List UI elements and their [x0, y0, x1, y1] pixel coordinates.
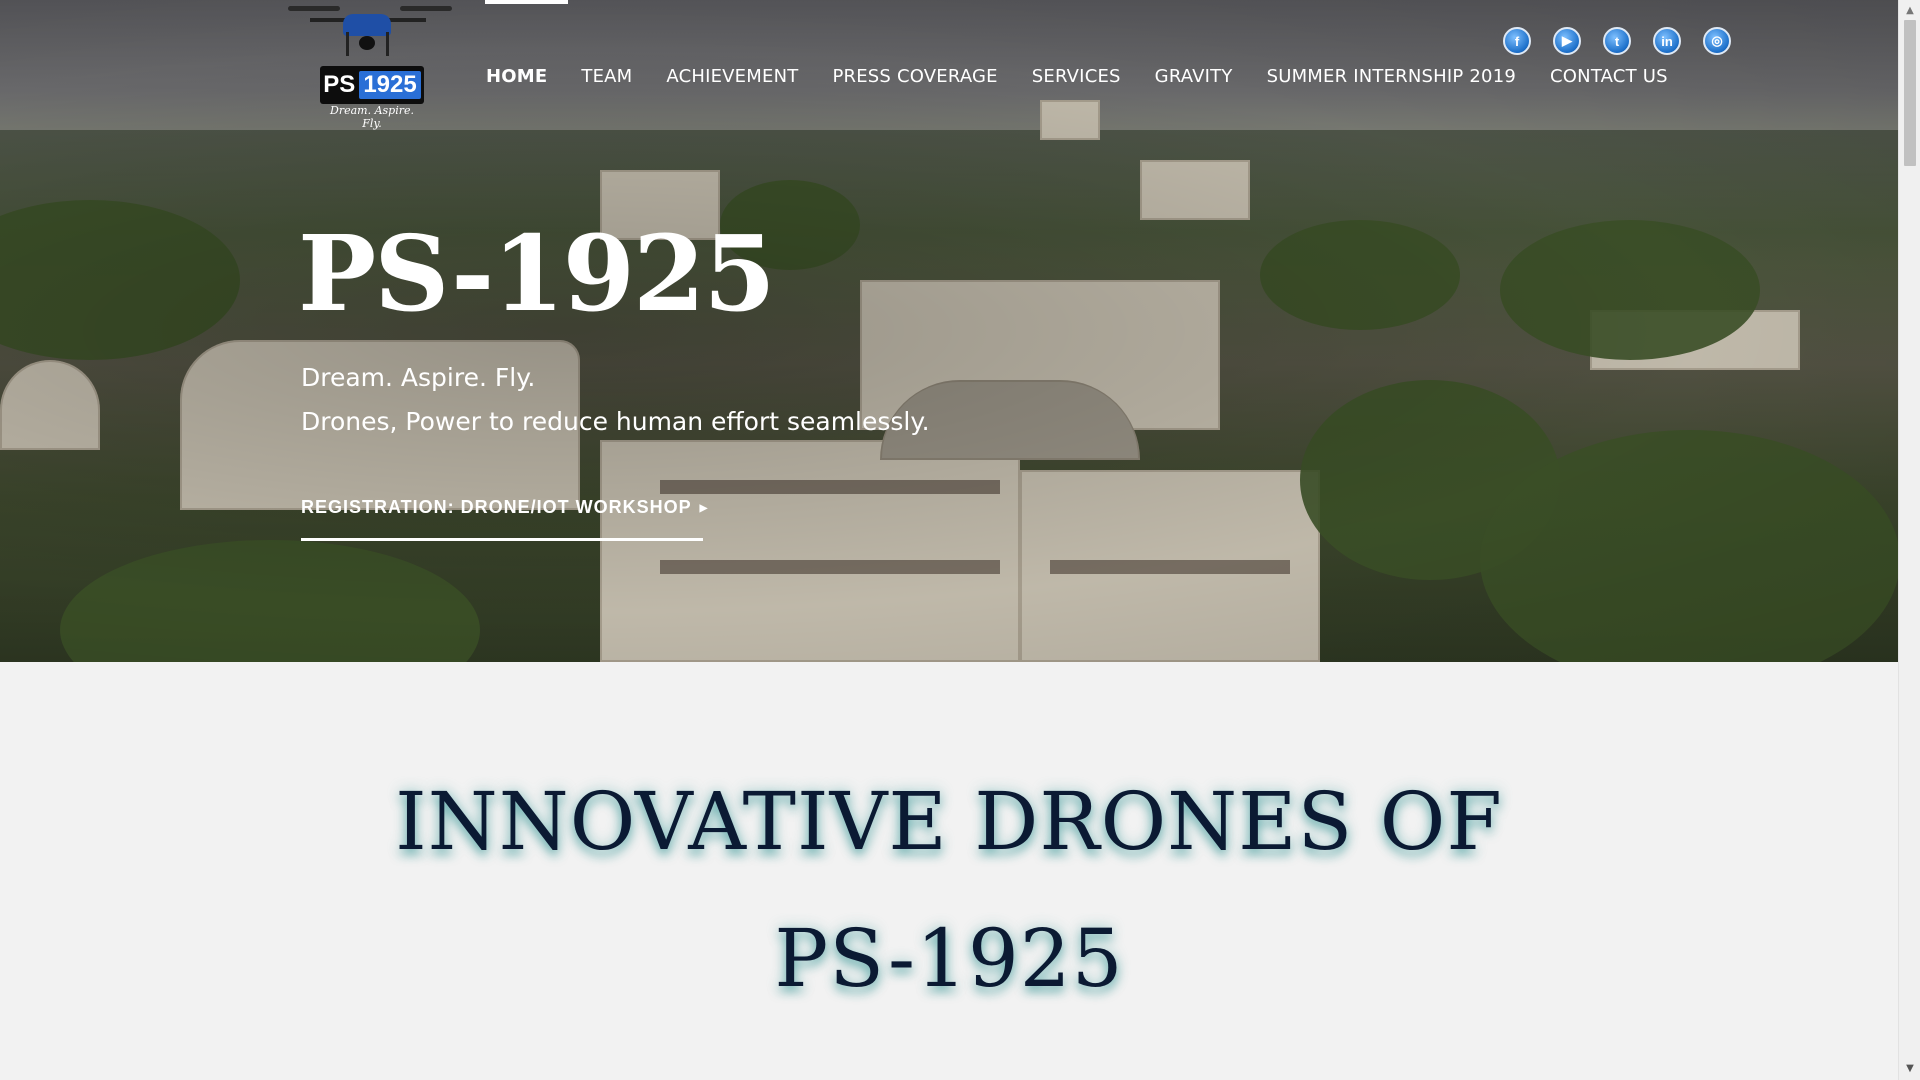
linkedin-icon[interactable]: in — [1653, 27, 1681, 55]
site-logo[interactable]: PS 1925 Dream. Aspire. Fly. — [288, 0, 454, 130]
hero-subtitle: Drones, Power to reduce human effort sea… — [301, 407, 930, 436]
drone-camera — [359, 36, 375, 50]
registration-underline — [301, 538, 703, 541]
hero-tagline: Dream. Aspire. Fly. — [301, 363, 536, 392]
nav-item-press-coverage[interactable]: PRESS COVERAGE — [832, 66, 997, 87]
section-heading-line1: INNOVATIVE DRONES OF — [395, 775, 1503, 868]
nav-item-contact-us[interactable]: CONTACT US — [1550, 66, 1668, 87]
logo-tagline: Dream. Aspire. Fly. — [330, 104, 414, 130]
social-links: f ▶ t in ◎ — [1503, 27, 1753, 55]
play-arrow-icon: ▶ — [699, 503, 709, 514]
drone-icon — [343, 14, 391, 36]
hero-title: PS-1925 — [298, 212, 776, 335]
rotor — [400, 6, 452, 11]
hero-overlay — [0, 0, 1898, 662]
logo-text-left: PS — [323, 71, 356, 98]
nav-item-services[interactable]: SERVICES — [1032, 66, 1121, 87]
section-heading-line2: PS-1925 — [774, 912, 1124, 1005]
scroll-up-icon[interactable]: ▲ — [1899, 4, 1920, 18]
hero-banner — [0, 0, 1898, 662]
drone-leg — [346, 32, 349, 56]
nav-item-achievement[interactable]: ACHIEVEMENT — [666, 66, 798, 87]
registration-link-label: REGISTRATION: DRONE/IOT WORKSHOP — [301, 497, 692, 517]
nav-item-team[interactable]: TEAM — [581, 66, 632, 87]
rotor — [288, 6, 340, 11]
logo-badge: PS 1925 — [320, 66, 424, 104]
scroll-thumb[interactable] — [1904, 20, 1916, 166]
nav-item-summer-internship[interactable]: SUMMER INTERNSHIP 2019 — [1267, 66, 1516, 87]
registration-link[interactable]: REGISTRATION: DRONE/IOT WORKSHOP ▶ — [301, 497, 708, 518]
scroll-down-icon[interactable]: ▼ — [1899, 1062, 1920, 1076]
facebook-icon[interactable]: f — [1503, 27, 1531, 55]
vertical-scrollbar[interactable]: ▲ ▼ — [1898, 0, 1920, 1080]
nav-item-home[interactable]: HOME — [486, 66, 547, 87]
nav-item-gravity[interactable]: GRAVITY — [1155, 66, 1233, 87]
nav-active-indicator — [485, 0, 568, 4]
twitter-icon[interactable]: t — [1603, 27, 1631, 55]
drone-arm — [386, 18, 426, 22]
instagram-icon[interactable]: ◎ — [1703, 27, 1731, 55]
youtube-icon[interactable]: ▶ — [1553, 27, 1581, 55]
drone-leg — [386, 32, 389, 56]
logo-text-right: 1925 — [359, 71, 421, 99]
main-nav: HOME TEAM ACHIEVEMENT PRESS COVERAGE SER… — [486, 66, 1702, 87]
